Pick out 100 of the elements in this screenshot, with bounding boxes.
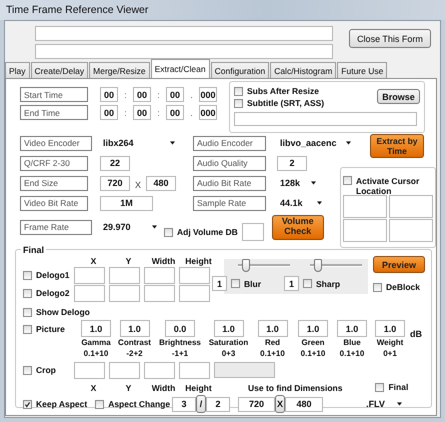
delogo-field[interactable]: [109, 284, 140, 302]
crop-field[interactable]: [144, 362, 175, 378]
volume-field[interactable]: [242, 223, 264, 241]
crop-field[interactable]: [179, 362, 210, 378]
field-label: End Size: [20, 176, 88, 190]
slider-thumb[interactable]: [314, 259, 322, 272]
group-title: Final: [21, 245, 46, 255]
parameter-label: Brightness: [159, 337, 201, 348]
delogo-field[interactable]: [179, 284, 210, 302]
width-field[interactable]: 720: [100, 176, 130, 190]
quality-field[interactable]: 22: [100, 156, 130, 170]
tab[interactable]: Calc/Histogram: [270, 62, 336, 78]
coordinate-field[interactable]: [343, 219, 387, 242]
checkbox[interactable]: [23, 270, 32, 280]
checkbox[interactable]: [343, 176, 352, 185]
slider-thumb[interactable]: [242, 259, 250, 272]
parameter-field[interactable]: 1.0: [375, 320, 405, 337]
time-field[interactable]: 00: [133, 105, 151, 120]
coordinate-field[interactable]: [389, 195, 433, 218]
width-field[interactable]: 720: [238, 396, 276, 412]
tab[interactable]: Create/Delay: [30, 62, 88, 78]
checkbox[interactable]: [23, 288, 32, 298]
times-sign: X: [134, 178, 142, 190]
checkbox[interactable]: [234, 98, 243, 108]
checkbox-label: Adj Volume DB: [177, 227, 238, 237]
crop-field[interactable]: [74, 362, 105, 378]
value-field[interactable]: 1: [212, 276, 227, 291]
checkbox[interactable]: [23, 366, 32, 374]
checkbox[interactable]: [373, 282, 382, 292]
checkbox[interactable]: [23, 324, 32, 334]
text-field[interactable]: [35, 44, 333, 59]
time-field[interactable]: 00: [133, 87, 151, 102]
delogo-field[interactable]: [109, 266, 140, 284]
height-field[interactable]: 480: [146, 176, 176, 190]
bitrate-dropdown[interactable]: 128k: [277, 176, 319, 190]
checkbox[interactable]: [303, 279, 312, 288]
checkbox[interactable]: [23, 308, 32, 316]
checkbox[interactable]: [375, 382, 384, 392]
format-dropdown[interactable]: .FLV: [363, 396, 406, 412]
tab[interactable]: Merge/Resize: [89, 62, 150, 78]
volume-check-button[interactable]: Volume Check: [272, 214, 324, 240]
checkbox[interactable]: [95, 400, 104, 408]
aspect-field[interactable]: 3: [172, 396, 196, 412]
extract-button[interactable]: Extract by Time: [370, 134, 424, 158]
delogo-field[interactable]: [74, 266, 105, 284]
tab[interactable]: Play: [5, 62, 30, 78]
encoder-dropdown[interactable]: libx264: [100, 136, 178, 150]
bitrate-field[interactable]: 1M: [100, 196, 153, 210]
parameter-range: 0.1+10: [260, 348, 285, 359]
parameter-field[interactable]: 1.0: [214, 320, 244, 337]
height-field[interactable]: 480: [285, 396, 324, 412]
preview-button[interactable]: Preview: [373, 256, 425, 273]
parameter-field[interactable]: 1.0: [81, 320, 111, 337]
divide-button[interactable]: /: [196, 395, 206, 413]
close-button[interactable]: Close This Form: [349, 29, 431, 48]
coordinate-field[interactable]: [343, 195, 387, 218]
crop-field[interactable]: [109, 362, 140, 378]
frame-rate-dropdown[interactable]: 29.970: [100, 220, 160, 234]
checkbox[interactable]: [234, 86, 243, 96]
field-label: Video Bit Rate: [20, 196, 88, 210]
sample-rate-dropdown[interactable]: 44.1k: [277, 196, 325, 210]
tab[interactable]: Configuration: [210, 62, 270, 78]
column-header: Width: [150, 256, 176, 266]
parameter-field[interactable]: 1.0: [337, 320, 367, 337]
aspect-field[interactable]: 2: [206, 396, 230, 412]
checkbox[interactable]: [231, 279, 240, 288]
time-field[interactable]: 000: [199, 87, 217, 102]
parameter-field[interactable]: 1.0: [298, 320, 328, 337]
delogo-field[interactable]: [74, 284, 105, 302]
checkbox[interactable]: [164, 228, 173, 236]
browse-button[interactable]: Browse: [377, 89, 420, 104]
field-label: Audio Bit Rate: [193, 176, 266, 190]
parameter-label: Blue: [343, 337, 361, 348]
time-field[interactable]: 00: [100, 87, 118, 102]
value-field[interactable]: 1: [284, 276, 299, 291]
time-field[interactable]: 00: [100, 105, 118, 120]
delogo-field[interactable]: [144, 284, 175, 302]
quality-field[interactable]: 2: [277, 156, 307, 170]
parameter-label: Saturation: [208, 337, 248, 348]
parameter-field[interactable]: 0.0: [165, 320, 195, 337]
multiply-button[interactable]: X: [275, 395, 286, 413]
checkbox[interactable]: [23, 400, 32, 408]
file-field[interactable]: [234, 112, 417, 126]
time-field[interactable]: 000: [199, 105, 217, 120]
checkbox-label: Crop: [36, 365, 57, 375]
time-field[interactable]: 00: [166, 105, 184, 120]
tab[interactable]: Extract/Clean: [150, 59, 210, 78]
coordinate-field[interactable]: [389, 219, 433, 242]
encoder-dropdown[interactable]: libvo_aacenc: [277, 136, 354, 150]
parameter-range: 0+1: [383, 348, 397, 359]
parameter-label: Gamma: [81, 337, 111, 348]
field-label: Q/CRF 2-30: [20, 156, 88, 170]
tab[interactable]: Future Use: [337, 62, 388, 78]
checkbox-label: Blur: [244, 278, 261, 288]
time-field[interactable]: 00: [166, 87, 184, 102]
parameter-field[interactable]: 1.0: [258, 320, 288, 337]
delogo-field[interactable]: [144, 266, 175, 284]
parameter-field[interactable]: 1.0: [120, 320, 150, 337]
delogo-field[interactable]: [179, 266, 210, 284]
text-field[interactable]: [35, 26, 333, 41]
